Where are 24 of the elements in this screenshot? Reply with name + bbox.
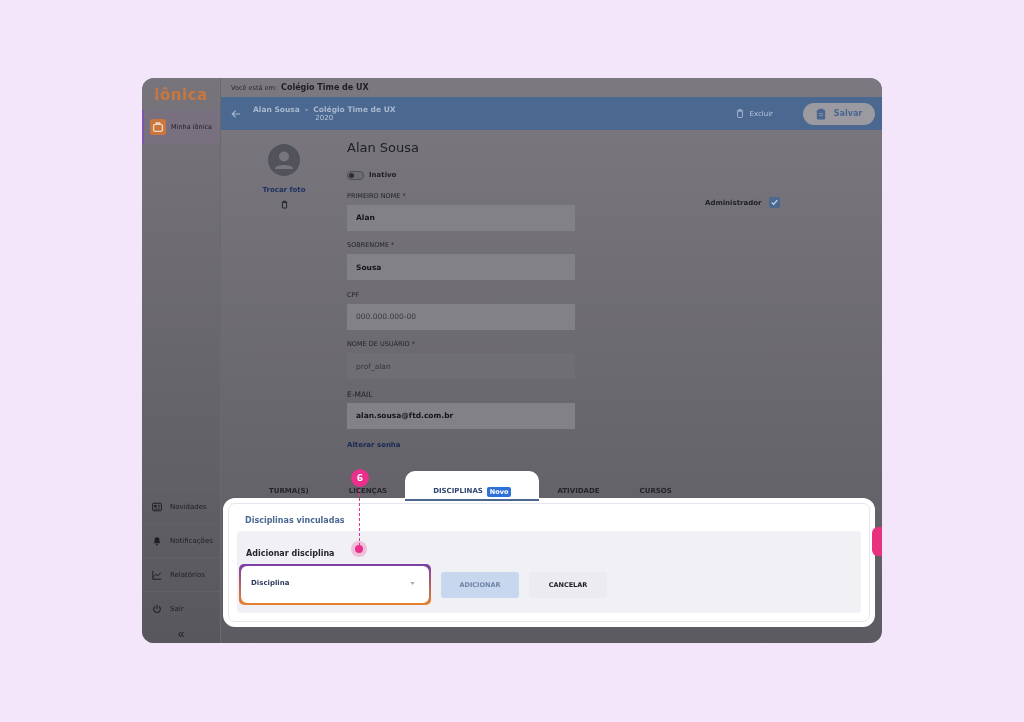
logo: iônica — [153, 85, 209, 106]
clipboard-icon — [815, 107, 826, 120]
admin-checkbox[interactable] — [769, 197, 781, 208]
add-section-title: Adicionar disciplina — [245, 549, 335, 558]
collapse-button[interactable]: « — [142, 625, 220, 643]
side-tab[interactable] — [872, 527, 882, 556]
leader-line — [359, 488, 360, 546]
caret-icon — [410, 581, 415, 585]
chart-icon — [152, 569, 162, 580]
power-icon — [152, 603, 162, 614]
back-arrow-icon[interactable] — [231, 108, 241, 119]
trash-icon[interactable] — [280, 200, 288, 209]
step-marker: 6 — [351, 469, 369, 487]
breadcrumb-value: Colégio Time de UX — [281, 83, 369, 92]
avatar-icon — [268, 144, 300, 176]
pointer-dot — [355, 545, 363, 553]
status-toggle[interactable] — [347, 170, 364, 180]
trash-icon — [735, 108, 744, 119]
user-name-heading: Alan Sousa — [347, 140, 421, 157]
save-button[interactable]: Salvar — [803, 102, 875, 125]
bell-icon — [152, 535, 162, 546]
panel-title: Disciplinas vinculadas — [245, 516, 346, 525]
briefcase-icon — [150, 119, 166, 135]
newspaper-icon — [152, 501, 162, 512]
